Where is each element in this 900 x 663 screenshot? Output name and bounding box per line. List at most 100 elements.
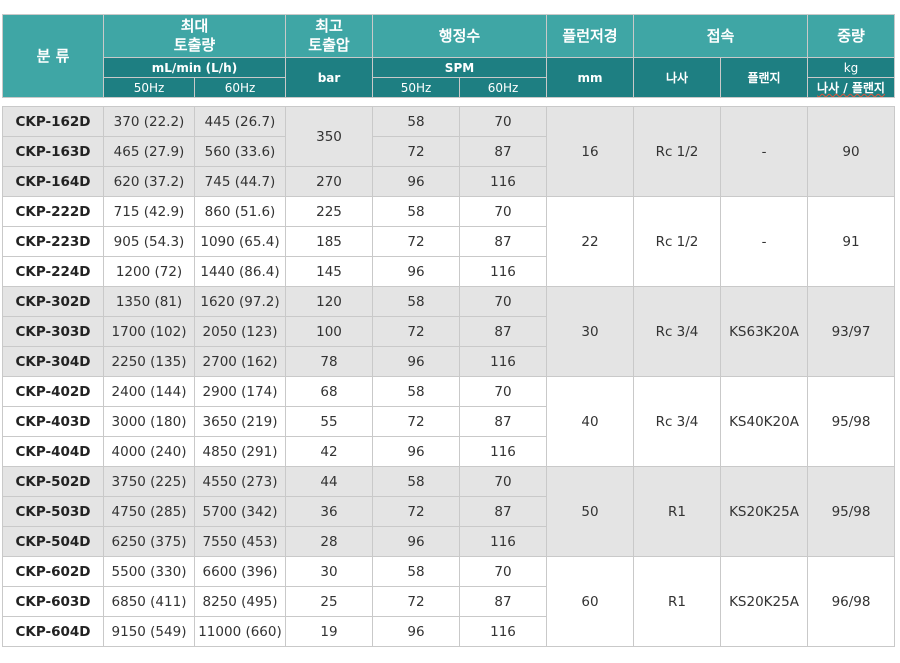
- header-thread: 나사: [633, 57, 721, 98]
- flow-50hz-cell: 715 (42.9): [103, 196, 195, 227]
- pressure-cell: 78: [285, 346, 373, 377]
- pressure-cell: 25: [285, 586, 373, 617]
- header-strokes-unit: SPM: [372, 57, 547, 78]
- flow-60hz-cell: 445 (26.7): [194, 106, 286, 137]
- pressure-cell: 28: [285, 526, 373, 557]
- pressure-cell: 19: [285, 616, 373, 647]
- model-cell: CKP-502D: [2, 466, 104, 497]
- spm-60hz-cell: 87: [459, 406, 547, 437]
- flow-50hz-cell: 2250 (135): [103, 346, 195, 377]
- flow-60hz-cell: 4550 (273): [194, 466, 286, 497]
- model-cell: CKP-163D: [2, 136, 104, 167]
- spm-50hz-cell: 58: [372, 376, 460, 407]
- spm-60hz-cell: 87: [459, 136, 547, 167]
- pressure-cell: 68: [285, 376, 373, 407]
- plunger-diameter-cell: 60: [546, 556, 634, 647]
- model-cell: CKP-302D: [2, 286, 104, 317]
- flow-50hz-cell: 1350 (81): [103, 286, 195, 317]
- weight-cell: 90: [807, 106, 896, 197]
- flow-50hz-cell: 4000 (240): [103, 436, 195, 467]
- header-weight-sub: 나사 / 플랜지: [807, 77, 896, 98]
- pressure-cell: 42: [285, 436, 373, 467]
- spm-50hz-cell: 72: [372, 586, 460, 617]
- spm-50hz-cell: 72: [372, 316, 460, 347]
- spm-50hz-cell: 58: [372, 196, 460, 227]
- spm-50hz-cell: 96: [372, 526, 460, 557]
- pressure-cell: 36: [285, 496, 373, 527]
- thread-cell: R1: [633, 466, 721, 557]
- flow-50hz-cell: 9150 (549): [103, 616, 195, 647]
- model-cell: CKP-604D: [2, 616, 104, 647]
- spm-60hz-cell: 116: [459, 346, 547, 377]
- flow-60hz-cell: 2900 (174): [194, 376, 286, 407]
- flow-60hz-cell: 7550 (453): [194, 526, 286, 557]
- spm-50hz-cell: 72: [372, 496, 460, 527]
- pressure-cell: 145: [285, 256, 373, 287]
- model-cell: CKP-504D: [2, 526, 104, 557]
- spm-50hz-cell: 72: [372, 406, 460, 437]
- spm-60hz-cell: 87: [459, 586, 547, 617]
- thread-cell: Rc 3/4: [633, 286, 721, 377]
- flange-cell: -: [719, 106, 809, 197]
- flow-60hz-cell: 11000 (660): [194, 616, 286, 647]
- pump-spec-table: 분 류 최대 토출량 최고 토출압 행정수 플런저경 접속 중량 mL/min …: [2, 14, 896, 647]
- table-row: CKP-402D 2400 (144) 2900 (174) 68 58 70 40 Rc 3…: [2, 376, 896, 467]
- header-gap: [2, 97, 895, 107]
- thread-cell: Rc 3/4: [633, 376, 721, 467]
- spm-50hz-cell: 96: [372, 436, 460, 467]
- model-cell: CKP-503D: [2, 496, 104, 527]
- pressure-cell: 44: [285, 466, 373, 497]
- header-flow-unit: mL/min (L/h): [103, 57, 286, 78]
- spm-60hz-cell: 87: [459, 496, 547, 527]
- flow-50hz-cell: 6850 (411): [103, 586, 195, 617]
- spm-60hz-cell: 70: [459, 196, 547, 227]
- spm-60hz-cell: 87: [459, 316, 547, 347]
- table-header: 분 류 최대 토출량 최고 토출압 행정수 플런저경 접속 중량 mL/min …: [2, 14, 896, 98]
- pressure-cell: 185: [285, 226, 373, 257]
- pressure-cell: 350: [285, 106, 373, 167]
- flow-60hz-cell: 560 (33.6): [194, 136, 286, 167]
- flow-60hz-cell: 745 (44.7): [194, 166, 286, 197]
- flow-60hz-cell: 5700 (342): [194, 496, 286, 527]
- spm-50hz-cell: 72: [372, 136, 460, 167]
- model-cell: CKP-162D: [2, 106, 104, 137]
- spm-60hz-cell: 116: [459, 166, 547, 197]
- plunger-diameter-cell: 22: [546, 196, 634, 287]
- header-spm-50hz: 50Hz: [372, 77, 460, 98]
- model-cell: CKP-602D: [2, 556, 104, 587]
- flow-50hz-cell: 2400 (144): [103, 376, 195, 407]
- flow-50hz-cell: 3000 (180): [103, 406, 195, 437]
- flow-60hz-cell: 6600 (396): [194, 556, 286, 587]
- table-row: CKP-502D 3750 (225) 4550 (273) 44 58 70 50 R1 KS…: [2, 466, 896, 557]
- spm-50hz-cell: 96: [372, 166, 460, 197]
- pressure-cell: 100: [285, 316, 373, 347]
- table-row: CKP-162D 370 (22.2) 445 (26.7) 350 58 70 16 Rc …: [2, 106, 896, 197]
- table-body: CKP-162D 370 (22.2) 445 (26.7) 350 58 70 16 Rc …: [2, 97, 896, 647]
- model-cell: CKP-223D: [2, 226, 104, 257]
- flange-cell: KS63K20A: [719, 286, 809, 377]
- spm-50hz-cell: 58: [372, 286, 460, 317]
- table-row: CKP-302D 1350 (81) 1620 (97.2) 120 58 70 30 Rc …: [2, 286, 896, 377]
- flow-60hz-cell: 1440 (86.4): [194, 256, 286, 287]
- spm-60hz-cell: 87: [459, 226, 547, 257]
- header-max-pressure: 최고 토출압: [285, 14, 373, 58]
- spm-50hz-cell: 96: [372, 256, 460, 287]
- spm-50hz-cell: 58: [372, 556, 460, 587]
- header-pressure-unit: bar: [285, 57, 373, 98]
- model-cell: CKP-224D: [2, 256, 104, 287]
- header-max-discharge: 최대 토출량: [103, 14, 286, 58]
- pressure-cell: 270: [285, 166, 373, 197]
- spm-60hz-cell: 116: [459, 256, 547, 287]
- flow-60hz-cell: 2050 (123): [194, 316, 286, 347]
- model-cell: CKP-303D: [2, 316, 104, 347]
- thread-cell: Rc 1/2: [633, 106, 721, 197]
- model-cell: CKP-603D: [2, 586, 104, 617]
- spm-60hz-cell: 70: [459, 466, 547, 497]
- header-flow-50hz: 50Hz: [103, 77, 195, 98]
- weight-cell: 91: [807, 196, 896, 287]
- weight-cell: 95/98: [807, 376, 896, 467]
- header-plunger-diameter: 플런저경: [546, 14, 634, 58]
- flow-60hz-cell: 2700 (162): [194, 346, 286, 377]
- flow-60hz-cell: 4850 (291): [194, 436, 286, 467]
- flow-50hz-cell: 1700 (102): [103, 316, 195, 347]
